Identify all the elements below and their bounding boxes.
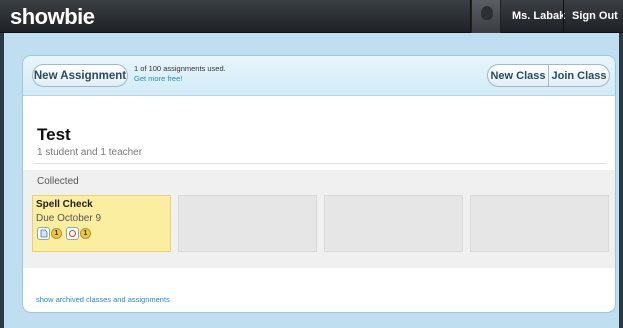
class-panel: New Assignment 1 of 100 assignments used… [23, 56, 615, 312]
divider [33, 163, 607, 164]
empty-assignment-slot [178, 195, 317, 252]
user-name[interactable]: Ms. Labak [512, 10, 565, 22]
class-button-group: New Class Join Class [487, 64, 610, 87]
assignment-title: Spell Check [36, 199, 93, 210]
empty-assignment-slot [324, 195, 463, 252]
usage-text: 1 of 100 assignments used. [134, 64, 226, 73]
empty-assignment-slot [470, 195, 609, 252]
assignment-due-date: Due October 9 [36, 213, 102, 224]
comment-count-badge: 1 [80, 228, 91, 239]
file-count-badge: 1 [51, 228, 62, 239]
avatar[interactable] [471, 0, 501, 33]
section-label: Collected [37, 176, 79, 187]
toolbar: New Assignment 1 of 100 assignments used… [23, 56, 615, 96]
new-assignment-button[interactable]: New Assignment [32, 64, 128, 87]
join-class-button[interactable]: Join Class [548, 65, 609, 86]
class-title: Test [37, 125, 71, 144]
assignment-tile-spell-check[interactable]: Spell Check Due October 9 1 1 [32, 195, 171, 252]
sign-out-button[interactable]: Sign Out [572, 10, 618, 22]
top-bar: showbie Ms. Labak Sign Out [0, 0, 623, 33]
divider [563, 0, 564, 33]
assignment-stats: 1 1 [37, 227, 95, 240]
get-more-free-link[interactable]: Get more free! [134, 74, 182, 83]
new-class-button[interactable]: New Class [488, 65, 548, 86]
window-frame-right [619, 0, 623, 328]
comment-icon [66, 227, 79, 240]
file-icon [37, 227, 50, 240]
app-logo[interactable]: showbie [10, 4, 95, 30]
show-archived-link[interactable]: show archived classes and assignments [36, 295, 170, 304]
class-member-count: 1 student and 1 teacher [37, 147, 143, 158]
